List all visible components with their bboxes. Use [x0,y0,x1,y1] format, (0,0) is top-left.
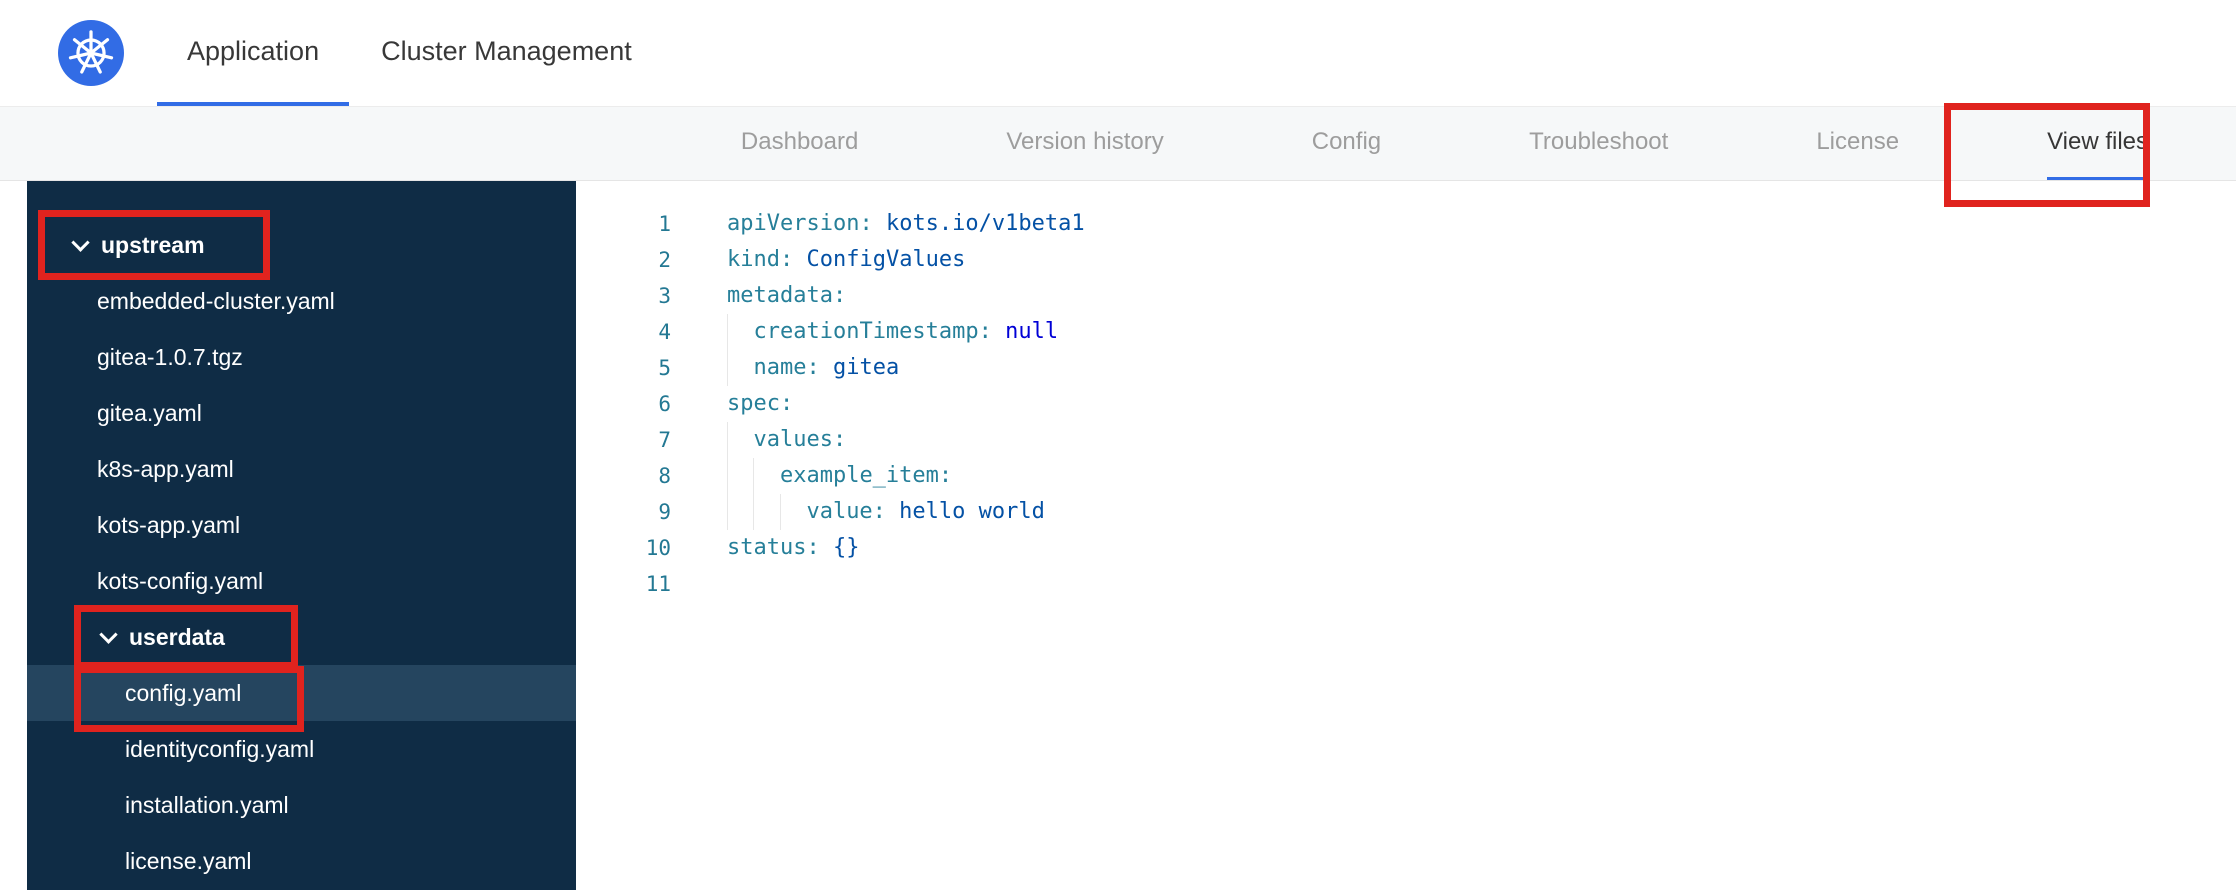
nav-tab-troubleshoot[interactable]: Troubleshoot [1529,107,1668,180]
file-tree-sidebar: upstream embedded-cluster.yaml gitea-1.0.7… [27,181,576,890]
indent-guide [753,494,779,530]
indent-guide [727,494,753,530]
tree-item-label: license.yaml [125,847,252,874]
line-number: 7 [658,428,671,452]
editor-line-9[interactable]: 9 value: hello world [576,494,2236,530]
editor-line-3[interactable]: 3 metadata: [576,278,2236,314]
chevron-down-icon [99,624,118,644]
code-line-content: creationTimestamp: null [671,314,1058,350]
token-key: metadata: [727,283,847,308]
line-number: 6 [658,392,671,416]
indent-guide [753,458,779,494]
nav-tab-dashboard[interactable]: Dashboard [741,107,858,180]
tree-file-kots-app-yaml[interactable]: kots-app.yaml [27,497,576,553]
token-key: spec: [727,391,794,416]
token-key: apiVersion: [727,211,873,236]
editor-line-5[interactable]: 5 name: gitea [576,350,2236,386]
editor-line-2[interactable]: 2 kind: ConfigValues [576,242,2236,278]
code-line-content: value: hello world [671,494,1045,530]
code-line-content: example_item: [671,458,952,494]
code-line-content: kind: ConfigValues [671,242,965,278]
indent-guide [727,422,753,458]
tree-file-gitea-1-0-7-tgz[interactable]: gitea-1.0.7.tgz [27,329,576,385]
tree-folder-userdata[interactable]: userdata [27,609,576,665]
code-editor[interactable]: 1 apiVersion: kots.io/v1beta1 2 kind: Confi… [576,181,2236,890]
editor-line-10[interactable]: 10 status: {} [576,530,2236,566]
secondary-nav: Dashboard Version history Config Troublesho… [0,107,2236,181]
tree-item-label: userdata [129,623,225,650]
line-number: 9 [658,500,671,524]
indent-guide [727,458,753,494]
token-key: status: [727,535,820,560]
tree-item-label: embedded-cluster.yaml [97,287,335,314]
tree-item-label: config.yaml [125,679,242,706]
token-key: values: [753,427,847,452]
top-bar: Application Cluster Management [0,0,2236,107]
token-key: value: [806,499,886,524]
nav-tab-view-files[interactable]: View files [2047,107,2148,180]
editor-line-4[interactable]: 4 creationTimestamp: null [576,314,2236,350]
primary-tab-application[interactable]: Application [157,0,350,106]
tree-file-k8s-app-yaml[interactable]: k8s-app.yaml [27,441,576,497]
tree-file-installation-yaml[interactable]: installation.yaml [27,777,576,833]
tree-file-config-yaml[interactable]: config.yaml [27,665,576,721]
tree-item-label: gitea-1.0.7.tgz [97,343,243,370]
tree-file-embedded-cluster-yaml[interactable]: embedded-cluster.yaml [27,273,576,329]
tree-item-label: upstream [101,231,205,258]
tree-file-identityconfig-yaml[interactable]: identityconfig.yaml [27,721,576,777]
token-key: example_item: [779,463,953,488]
code-line-content: values: [671,422,846,458]
token-str: {} [819,535,860,560]
line-number: 5 [658,356,671,380]
indent-guide [779,494,806,530]
code-line-content: spec: [671,386,793,422]
primary-tab-cluster-management[interactable]: Cluster Management [351,0,662,106]
tree-folder-upstream[interactable]: upstream [27,217,576,273]
line-number: 1 [658,212,671,236]
code-line-content: status: {} [671,530,859,566]
editor-line-7[interactable]: 7 values: [576,422,2236,458]
code-line-content [671,566,727,602]
tree-file-license-yaml[interactable]: license.yaml [27,833,576,889]
line-number: 10 [645,536,671,560]
tree-item-label: installation.yaml [125,791,289,818]
token-str: hello world [885,499,1045,524]
line-number: 8 [658,464,671,488]
line-number: 4 [658,320,671,344]
kubernetes-logo [58,20,124,86]
line-number: 11 [645,572,671,596]
token-key: creationTimestamp: [753,319,992,344]
token-key: kind: [727,247,794,272]
nav-tab-license[interactable]: License [1816,107,1899,180]
line-number: 2 [658,248,671,272]
editor-line-6[interactable]: 6 spec: [576,386,2236,422]
tree-item-label: k8s-app.yaml [97,455,234,482]
token-str: ConfigValues [793,247,966,272]
code-line-content: name: gitea [671,350,899,386]
primary-nav: Application Cluster Management [157,0,662,106]
token-str: kots.io/v1beta1 [872,211,1085,236]
token-kw: null [991,319,1059,344]
code-line-content: metadata: [671,278,846,314]
chevron-down-icon [71,232,90,252]
tree-item-label: identityconfig.yaml [125,735,315,762]
token-key: name: [753,355,820,380]
nav-tab-version-history[interactable]: Version history [1006,107,1163,180]
helm-wheel-icon [68,30,114,74]
tree-item-label: gitea.yaml [97,399,202,426]
code-line-content: apiVersion: kots.io/v1beta1 [671,206,1085,242]
editor-line-8[interactable]: 8 example_item: [576,458,2236,494]
line-number: 3 [658,284,671,308]
editor-line-11[interactable]: 11 [576,566,2236,602]
tree-item-label: kots-config.yaml [97,567,264,594]
token-str: gitea [819,355,900,380]
nav-tab-config[interactable]: Config [1312,107,1381,180]
editor-line-1[interactable]: 1 apiVersion: kots.io/v1beta1 [576,206,2236,242]
indent-guide [727,350,753,386]
tree-file-gitea-yaml[interactable]: gitea.yaml [27,385,576,441]
tree-file-kots-config-yaml[interactable]: kots-config.yaml [27,553,576,609]
indent-guide [727,314,753,350]
tree-item-label: kots-app.yaml [97,511,241,538]
